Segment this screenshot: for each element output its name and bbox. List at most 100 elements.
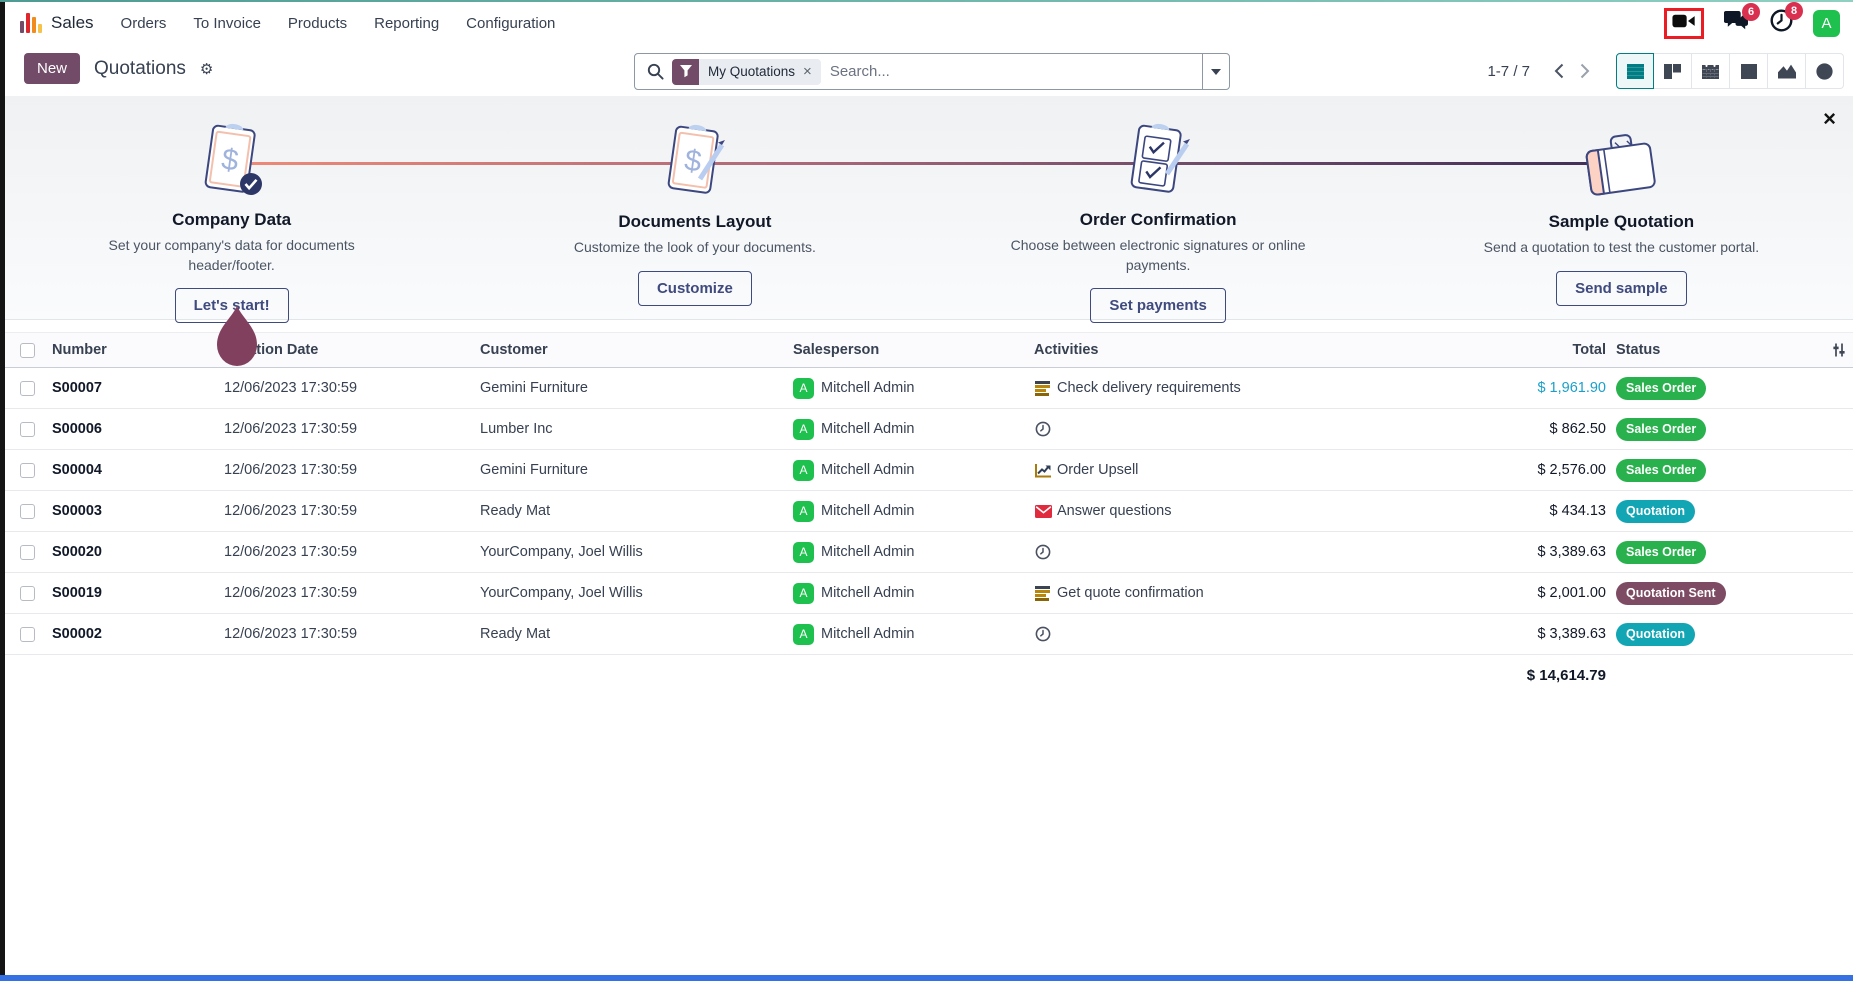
customer-name: Gemini Furniture [474, 462, 787, 478]
column-header-customer[interactable]: Customer [474, 342, 787, 358]
creation-date: 12/06/2023 17:30:59 [218, 503, 474, 519]
creation-date: 12/06/2023 17:30:59 [218, 544, 474, 560]
activity-view-button[interactable] [1806, 53, 1844, 89]
pager-previous-button[interactable] [1546, 59, 1572, 83]
search-bar: My Quotations × [634, 53, 1230, 90]
creation-date: 12/06/2023 17:30:59 [218, 626, 474, 642]
activity-label: Order Upsell [1057, 462, 1138, 478]
gear-icon[interactable]: ⚙ [200, 60, 213, 78]
table-row[interactable]: S00007 12/06/2023 17:30:59 Gemini Furnit… [0, 368, 1853, 409]
column-header-activities[interactable]: Activities [1028, 342, 1420, 358]
salesperson-avatar: A [793, 460, 814, 481]
status-badge: Sales Order [1616, 459, 1706, 482]
row-checkbox[interactable] [20, 381, 35, 396]
salesperson-avatar: A [793, 583, 814, 604]
activities-count-badge: 8 [1785, 2, 1803, 20]
row-checkbox[interactable] [20, 627, 35, 642]
table-row[interactable]: S00019 12/06/2023 17:30:59 YourCompany, … [0, 573, 1853, 614]
customize-button[interactable]: Customize [638, 271, 752, 306]
row-checkbox[interactable] [20, 422, 35, 437]
status-badge: Sales Order [1616, 418, 1706, 441]
order-total: $ 2,576.00 [1420, 462, 1610, 478]
search-dropdown-toggle[interactable] [1202, 54, 1229, 89]
customer-name: Gemini Furniture [474, 380, 787, 396]
new-button[interactable]: New [24, 53, 80, 84]
search-facet-my-quotations[interactable]: My Quotations × [672, 59, 821, 85]
top-navbar: Sales Orders To Invoice Products Reporti… [0, 0, 1853, 46]
pager-next-button[interactable] [1572, 59, 1598, 83]
search-input[interactable] [830, 63, 1202, 80]
activity-chart-icon[interactable] [1034, 463, 1052, 478]
apps-menu-button[interactable]: Sales [20, 13, 94, 33]
window-left-edge [0, 0, 5, 975]
select-all-checkbox[interactable] [20, 343, 35, 358]
pivot-view-button[interactable] [1730, 53, 1768, 89]
user-avatar[interactable]: A [1813, 10, 1840, 37]
salesperson-name: Mitchell Admin [821, 380, 914, 396]
sales-app-icon [20, 13, 42, 33]
systray: 6 8 A [1644, 0, 1840, 46]
menu-products[interactable]: Products [288, 15, 347, 32]
quotation-number: S00019 [46, 585, 218, 601]
screen-record-highlight-box[interactable] [1664, 8, 1704, 39]
facet-remove-icon[interactable]: × [803, 64, 812, 79]
activity-list-icon[interactable] [1034, 586, 1052, 601]
table-row[interactable]: S00020 12/06/2023 17:30:59 YourCompany, … [0, 532, 1853, 573]
column-header-status[interactable]: Status [1610, 342, 1810, 358]
order-total: $ 2,001.00 [1420, 585, 1610, 601]
row-checkbox[interactable] [20, 463, 35, 478]
column-header-salesperson[interactable]: Salesperson [787, 342, 1028, 358]
send-sample-button[interactable]: Send sample [1556, 271, 1687, 306]
column-header-number[interactable]: Number [46, 342, 218, 358]
onboarding-step-order-confirmation: Order Confirmation Choose between electr… [927, 96, 1390, 319]
pager-range: 1-7 / 7 [1487, 63, 1530, 80]
documents-layout-icon: $ [660, 120, 730, 208]
activity-clock-icon[interactable] [1034, 544, 1052, 560]
activities-tray-button[interactable]: 8 [1770, 9, 1793, 37]
salesperson-avatar: A [793, 501, 814, 522]
column-options-sliders-icon[interactable] [1810, 342, 1853, 358]
menu-configuration[interactable]: Configuration [466, 15, 555, 32]
page-title: Quotations [94, 58, 186, 80]
graph-view-button[interactable] [1768, 53, 1806, 89]
quotation-number: S00004 [46, 462, 218, 478]
activity-label: Check delivery requirements [1057, 380, 1241, 396]
activity-envelope-icon[interactable] [1034, 505, 1052, 518]
table-row[interactable]: S00003 12/06/2023 17:30:59 Ready Mat A M… [0, 491, 1853, 532]
row-checkbox[interactable] [20, 586, 35, 601]
activity-clock-icon[interactable] [1034, 421, 1052, 437]
menu-to-invoice[interactable]: To Invoice [193, 15, 261, 32]
messages-tray-button[interactable]: 6 [1724, 10, 1750, 36]
onboarding-step-documents-layout: $ Documents Layout Customize the look of… [463, 96, 926, 319]
table-row[interactable]: S00006 12/06/2023 17:30:59 Lumber Inc A … [0, 409, 1853, 450]
table-row[interactable]: S00002 12/06/2023 17:30:59 Ready Mat A M… [0, 614, 1853, 655]
order-total: $ 3,389.63 [1420, 626, 1610, 642]
calendar-view-button[interactable] [1692, 53, 1730, 89]
chevron-down-icon [1211, 69, 1221, 75]
step-description: Customize the look of your documents. [535, 238, 855, 258]
filter-funnel-icon [672, 59, 699, 85]
table-row[interactable]: S00004 12/06/2023 17:30:59 Gemini Furnit… [0, 450, 1853, 491]
row-checkbox[interactable] [20, 504, 35, 519]
activity-label: Answer questions [1057, 503, 1171, 519]
quotation-number: S00003 [46, 503, 218, 519]
activity-list-icon[interactable] [1034, 381, 1052, 396]
activity-clock-icon[interactable] [1034, 626, 1052, 642]
quotation-number: S00002 [46, 626, 218, 642]
clock-icon [1770, 19, 1793, 36]
kanban-view-button[interactable] [1654, 53, 1692, 89]
table-body: S00007 12/06/2023 17:30:59 Gemini Furnit… [0, 368, 1853, 655]
column-header-total[interactable]: Total [1420, 342, 1610, 358]
step-description: Send a quotation to test the customer po… [1461, 238, 1781, 258]
menu-orders[interactable]: Orders [121, 15, 167, 32]
list-view-button[interactable] [1616, 53, 1654, 89]
customer-name: Lumber Inc [474, 421, 787, 437]
set-payments-button[interactable]: Set payments [1090, 288, 1226, 323]
step-title: Documents Layout [618, 212, 771, 232]
row-checkbox[interactable] [20, 545, 35, 560]
order-confirmation-icon [1123, 120, 1193, 206]
sample-quotation-icon [1578, 120, 1664, 208]
status-badge: Quotation [1616, 623, 1695, 646]
salesperson-avatar: A [793, 378, 814, 399]
menu-reporting[interactable]: Reporting [374, 15, 439, 32]
